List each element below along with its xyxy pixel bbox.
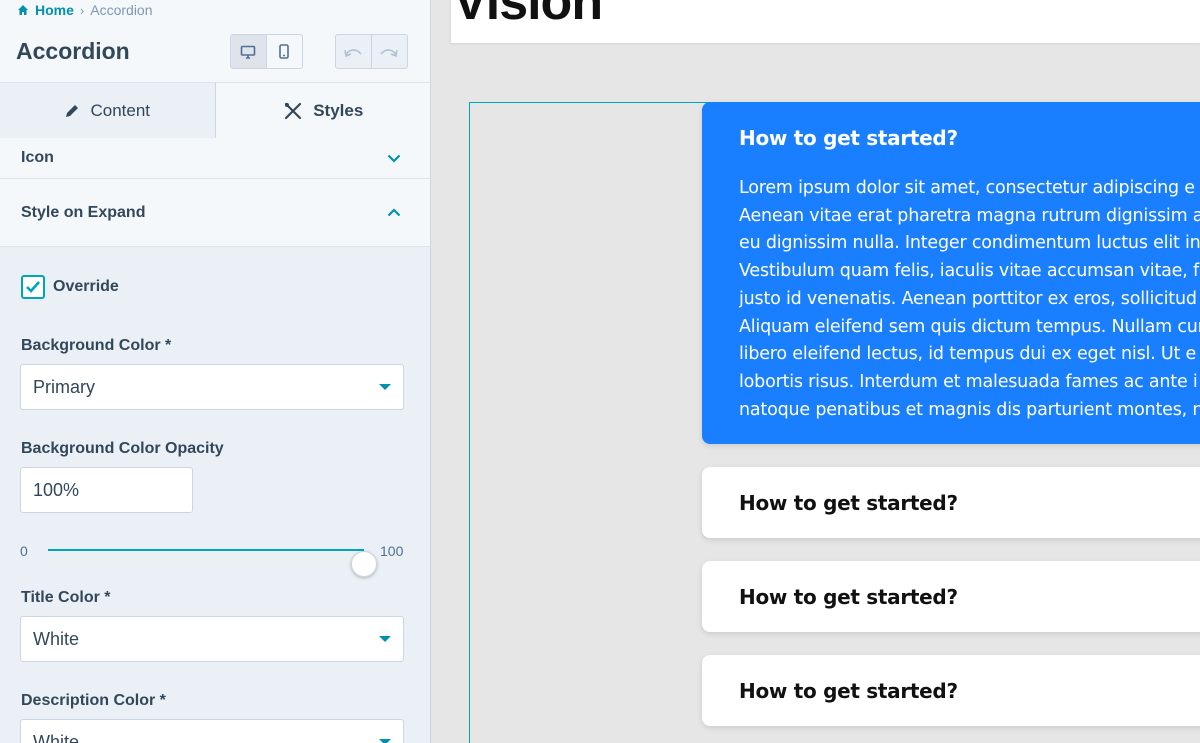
background-color-value: Primary	[33, 376, 95, 397]
background-color-label: Background Color *	[21, 337, 172, 354]
chevron-up-icon	[387, 208, 401, 217]
opacity-slider[interactable]: 0 100	[20, 535, 410, 577]
accordion-item-title: How to get started?	[739, 585, 958, 609]
section-icon-label: Icon	[21, 149, 54, 166]
slider-min-label: 0	[20, 543, 28, 559]
title-color-select[interactable]: White	[20, 616, 404, 662]
override-control: Override	[21, 275, 119, 299]
description-color-value: White	[33, 731, 80, 743]
background-color-select[interactable]: Primary	[20, 364, 404, 410]
accordion-item-description: Lorem ipsum dolor sit amet, consectetur …	[739, 175, 1200, 424]
history-controls	[335, 34, 408, 69]
mobile-icon	[279, 44, 290, 59]
brush-icon	[285, 102, 302, 120]
description-color-select[interactable]: White	[20, 719, 404, 743]
description-line: natoque penatibus et magnis dis parturie…	[739, 399, 1200, 420]
desktop-view-button[interactable]	[231, 35, 267, 68]
background-opacity-label: Background Color Opacity	[21, 440, 224, 457]
description-line: libero eleifend lectus, id tempus dui ex…	[739, 344, 1197, 365]
panel-tabs: Content Styles	[0, 83, 430, 139]
title-color-label: Title Color *	[21, 589, 111, 606]
section-icon-header[interactable]: Icon	[0, 138, 430, 179]
editor-panel: Home › Accordion Accordion Content Style…	[0, 0, 431, 743]
accordion-item-title: How to get started?	[739, 491, 958, 515]
description-line: Aenean vitae erat pharetra magna rutrum …	[739, 205, 1200, 226]
caret-down-icon	[379, 384, 391, 390]
page-title: Accordion	[16, 38, 130, 64]
accordion-item[interactable]: How to get started?	[702, 467, 1200, 538]
accordion-item[interactable]: How to get started?	[702, 561, 1200, 632]
caret-down-icon	[379, 636, 391, 642]
desktop-icon	[240, 45, 256, 59]
description-color-label: Description Color *	[21, 692, 166, 709]
breadcrumb-home-link[interactable]: Home	[35, 2, 74, 18]
tab-styles[interactable]: Styles	[215, 83, 430, 139]
check-icon	[26, 281, 40, 293]
mobile-view-button[interactable]	[267, 35, 303, 68]
tab-content-label: Content	[90, 100, 151, 120]
description-line: Aliquam eleifend sem quis dictum tempus.…	[739, 316, 1200, 337]
background-opacity-input[interactable]: 100%	[20, 467, 193, 513]
slider-max-label: 100	[380, 543, 404, 559]
slider-fill	[48, 549, 364, 551]
panel-header: Home › Accordion Accordion	[0, 0, 430, 83]
redo-button[interactable]	[372, 35, 408, 68]
accordion-item-title: How to get started?	[739, 679, 958, 703]
override-checkbox[interactable]	[21, 275, 45, 299]
redo-icon	[380, 48, 399, 57]
description-line: eu dignissim nulla. Integer condimentum …	[739, 233, 1200, 254]
tab-content[interactable]: Content	[0, 83, 216, 139]
breadcrumb: Home › Accordion	[17, 2, 153, 18]
description-line: justo id venenatis. Aenean porttitor ex …	[739, 288, 1197, 309]
section-style-on-expand-label: Style on Expand	[21, 203, 146, 221]
chevron-down-icon	[387, 154, 401, 163]
breadcrumb-current: Accordion	[90, 2, 153, 18]
device-toggle	[230, 34, 303, 69]
pencil-icon	[66, 104, 79, 117]
tab-styles-label: Styles	[313, 101, 364, 120]
slider-handle[interactable]	[351, 551, 377, 577]
undo-icon	[344, 48, 362, 57]
undo-button[interactable]	[336, 35, 372, 68]
section-style-on-expand-header[interactable]: Style on Expand	[0, 179, 430, 247]
override-label: Override	[53, 278, 119, 295]
description-line: lobortis risus. Interdum et malesuada fa…	[739, 371, 1198, 392]
page-preview: Vision How to get started? Lorem ipsum d…	[432, 0, 1200, 743]
accordion-item-title: How to get started?	[739, 126, 958, 150]
home-icon[interactable]	[17, 4, 29, 16]
accordion-item[interactable]: How to get started?	[702, 655, 1200, 726]
description-line: Vestibulum quam felis, iaculis vitae acc…	[739, 261, 1199, 282]
accordion-item-expanded[interactable]: How to get started? Lorem ipsum dolor si…	[702, 102, 1200, 444]
title-color-value: White	[33, 628, 80, 649]
preview-heading: Vision	[453, 0, 603, 31]
breadcrumb-separator: ›	[79, 2, 85, 18]
background-opacity-value: 100%	[33, 479, 80, 500]
caret-down-icon	[379, 739, 391, 743]
slider-track[interactable]	[48, 549, 377, 577]
style-on-expand-body: Override Background Color * Primary Back…	[0, 247, 430, 743]
description-line: Lorem ipsum dolor sit amet, consectetur …	[739, 178, 1195, 198]
preview-header-section: Vision	[450, 0, 1200, 43]
